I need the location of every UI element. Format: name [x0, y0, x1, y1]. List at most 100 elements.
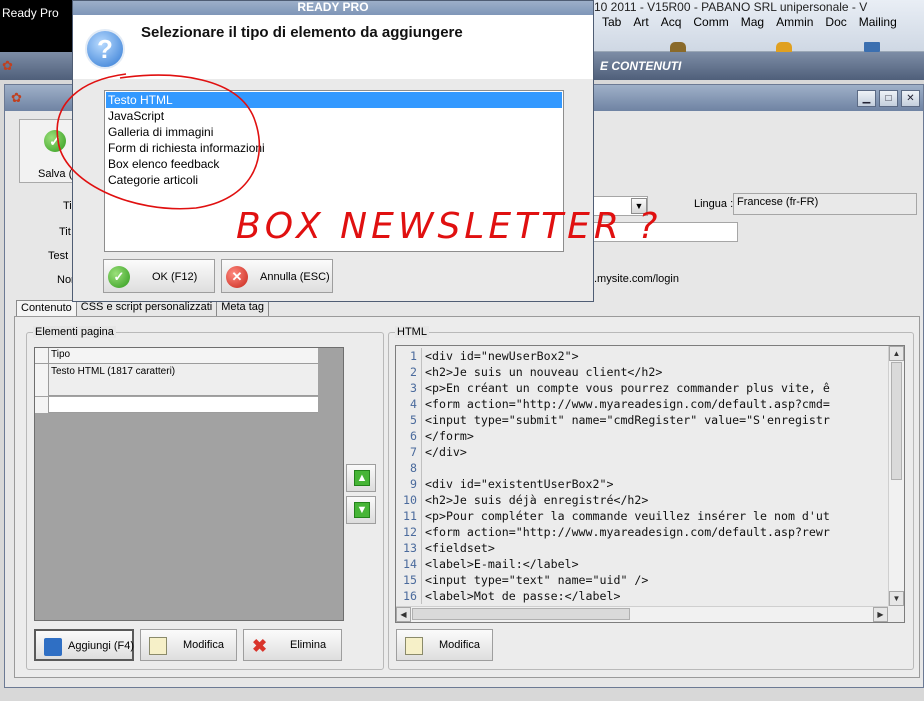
code-line: 14 <label>E-mail:</label>	[396, 556, 579, 572]
list-item[interactable]: Testo HTML	[106, 92, 562, 108]
cancel-x-icon: ✕	[226, 266, 248, 288]
list-item[interactable]: Box elenco feedback	[106, 156, 562, 172]
move-up-button[interactable]: ▲	[346, 464, 376, 492]
menu-item-tab[interactable]: Tab	[596, 14, 627, 32]
delete-x-icon: ✖	[252, 636, 268, 656]
line-number: 6	[396, 428, 422, 444]
ribbon-icon[interactable]	[776, 42, 792, 52]
code-line: 12 <form action="http://www.myareadesign.…	[396, 524, 830, 540]
line-number: 1	[396, 348, 422, 364]
ok-button[interactable]: ✓ OK (F12)	[103, 259, 215, 293]
elements-grid[interactable]: Tipo Testo HTML (1817 caratteri)	[34, 347, 344, 621]
modifica-html-label: Modifica	[439, 639, 480, 651]
maximize-button[interactable]: □	[879, 90, 898, 107]
code-text: <input type="text" name="uid" />	[425, 573, 649, 587]
table-row[interactable]: Testo HTML (1817 caratteri)	[35, 364, 318, 396]
code-text: <div id="existentUserBox2">	[425, 477, 614, 491]
menubar: Tab Art Acq Comm Mag Ammin Doc Mailing	[596, 14, 903, 32]
code-line: 11 <p>Pour compléter la commande veuillez…	[396, 508, 830, 524]
line-number: 11	[396, 508, 422, 524]
code-text: <input type="submit" name="cmdRegister" …	[425, 413, 830, 427]
scroll-thumb[interactable]	[891, 362, 902, 480]
line-number: 15	[396, 572, 422, 588]
code-line: 13 <fieldset>	[396, 540, 495, 556]
row-header	[35, 397, 49, 413]
modifica-element-button[interactable]: Modifica	[140, 629, 237, 661]
list-item[interactable]: JavaScript	[106, 108, 562, 124]
code-line: 3 <p>En créant un compte vous pourrez com…	[396, 380, 830, 396]
horizontal-scrollbar[interactable]: ◀ ▶	[396, 606, 888, 622]
field-label-titolo: Tit	[59, 226, 71, 238]
code-line: 10 <h2>Je suis déjà enregistré</h2>	[396, 492, 648, 508]
menu-item-art[interactable]: Art	[627, 14, 654, 32]
line-number: 13	[396, 540, 422, 556]
code-line: 8	[396, 460, 425, 476]
elementi-pagina-title: Elementi pagina	[33, 326, 116, 338]
app-title: 10 2011 - V15R00 - PABANO SRL unipersona…	[594, 0, 868, 14]
menu-item-ammin[interactable]: Ammin	[770, 14, 819, 32]
arrow-down-icon: ▼	[354, 502, 370, 518]
line-number: 10	[396, 492, 422, 508]
html-code-editor[interactable]: 1 <div id="newUserBox2"> 2 <h2>Je suis un n…	[395, 345, 905, 623]
check-icon: ✓	[108, 266, 130, 288]
menu-item-doc[interactable]: Doc	[819, 14, 852, 32]
menu-item-mag[interactable]: Mag	[735, 14, 770, 32]
titolo-input[interactable]	[590, 222, 738, 242]
code-line: 4 <form action="http://www.myareadesign.c…	[396, 396, 830, 412]
elimina-button[interactable]: ✖ Elimina	[243, 629, 342, 661]
list-item[interactable]: Galleria di immagini	[106, 124, 562, 140]
line-number: 12	[396, 524, 422, 540]
line-number: 9	[396, 476, 422, 492]
lingua-field[interactable]: Francese (fr-FR)	[733, 193, 917, 215]
vertical-scrollbar[interactable]: ▲ ▼	[888, 346, 904, 606]
code-text: </form>	[425, 429, 474, 443]
url-text: .mysite.com/login	[594, 273, 679, 285]
dialog-prompt: Selezionare il tipo di elemento da aggiu…	[141, 24, 463, 41]
list-item[interactable]: Form di richiesta informazioni	[106, 140, 562, 156]
element-type-list[interactable]: Testo HTML JavaScript Galleria di immagi…	[104, 90, 564, 252]
save-button[interactable]: ✓ Salva (F	[19, 119, 79, 183]
field-label-tipo: Ti	[63, 200, 72, 212]
close-button[interactable]: ✕	[901, 90, 920, 107]
edit-icon	[405, 637, 423, 655]
menu-item-comm[interactable]: Comm	[687, 14, 734, 32]
code-text: <div id="newUserBox2">	[425, 349, 579, 363]
scroll-thumb[interactable]	[412, 608, 630, 620]
minimize-button[interactable]: ▁	[857, 90, 876, 107]
module-title: E CONTENUTI	[600, 59, 682, 73]
menu-item-mailing[interactable]: Mailing	[853, 14, 903, 32]
code-text: <p>Pour compléter la commande veuillez i…	[425, 509, 830, 523]
code-text: <form action="http://www.myareadesign.co…	[425, 397, 830, 411]
ribbon-icon[interactable]	[670, 42, 686, 52]
chevron-down-icon[interactable]: ▼	[631, 198, 647, 214]
html-group-title: HTML	[395, 326, 429, 338]
scroll-left-icon[interactable]: ◀	[396, 607, 411, 622]
grid-header: Tipo	[35, 348, 318, 364]
code-text: <label>E-mail:</label>	[425, 557, 579, 571]
line-number: 5	[396, 412, 422, 428]
aggiungi-button[interactable]: Aggiungi (F4)	[34, 629, 134, 661]
code-line: 9 <div id="existentUserBox2">	[396, 476, 613, 492]
scroll-down-icon[interactable]: ▼	[889, 591, 904, 606]
cancel-button[interactable]: ✕ Annulla (ESC)	[221, 259, 333, 293]
code-line: 1 <div id="newUserBox2">	[396, 348, 579, 364]
line-number: 8	[396, 460, 422, 476]
move-down-button[interactable]: ▼	[346, 496, 376, 524]
new-row[interactable]	[35, 397, 318, 413]
gear-icon: ✿	[11, 90, 22, 105]
code-line: 7 </div>	[396, 444, 467, 460]
line-number: 14	[396, 556, 422, 572]
ribbon-icon[interactable]	[864, 42, 880, 52]
add-element-dialog: READY PRO ? Selezionare il tipo di eleme…	[72, 0, 594, 302]
scroll-right-icon[interactable]: ▶	[873, 607, 888, 622]
code-text: <label>Mot de passe:</label>	[425, 589, 621, 603]
aggiungi-label: Aggiungi (F4)	[68, 640, 135, 652]
list-item[interactable]: Categorie articoli	[106, 172, 562, 188]
line-number: 2	[396, 364, 422, 380]
menu-item-acq[interactable]: Acq	[655, 14, 688, 32]
modifica-html-button[interactable]: Modifica	[396, 629, 493, 661]
cancel-label: Annulla (ESC)	[260, 271, 330, 283]
scroll-up-icon[interactable]: ▲	[889, 346, 904, 361]
code-lines: 1 <div id="newUserBox2"> 2 <h2>Je suis un n…	[396, 346, 888, 606]
